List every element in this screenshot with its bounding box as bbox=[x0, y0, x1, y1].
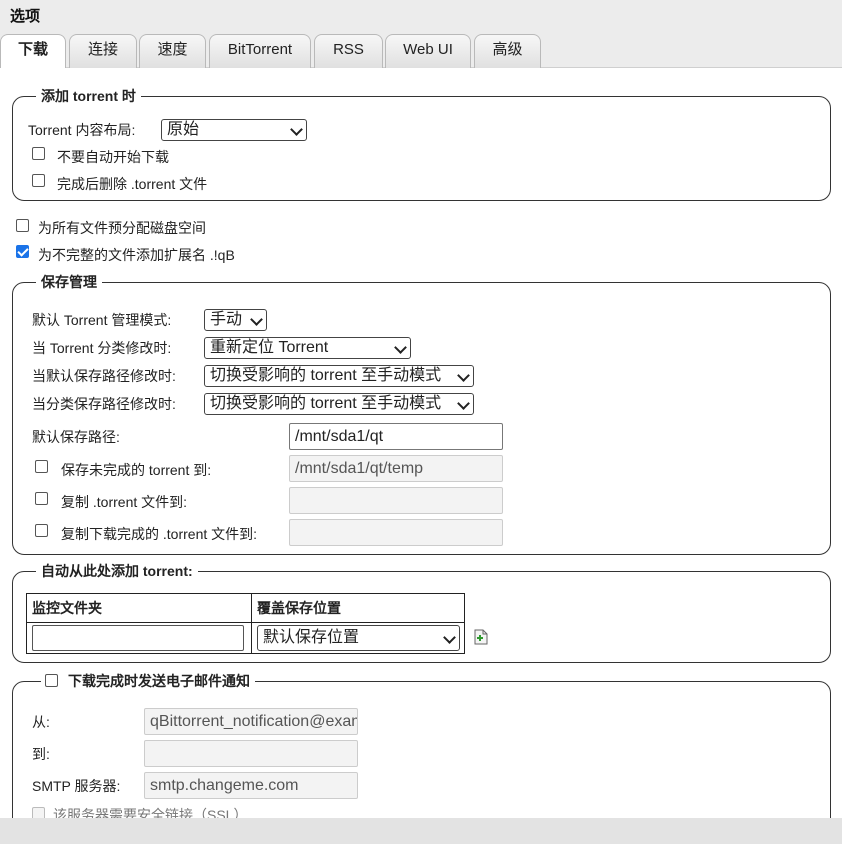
default-path-label: 默认保存路径: bbox=[32, 429, 120, 445]
copy-torrent-input[interactable] bbox=[289, 487, 503, 514]
chevron-down-icon bbox=[394, 341, 407, 354]
incomplete-path-checkbox[interactable] bbox=[35, 460, 48, 473]
tab-bittorrent[interactable]: BitTorrent bbox=[209, 34, 311, 68]
email-from-label: 从: bbox=[32, 714, 50, 730]
email-to-input[interactable] bbox=[144, 740, 358, 767]
watch-folder-fieldset: 自动从此处添加 torrent: 监控文件夹 覆盖保存位置 默认保存位置 bbox=[12, 562, 831, 663]
chevron-down-icon bbox=[457, 369, 470, 382]
default-path-changed-label: 当默认保存路径修改时: bbox=[32, 368, 176, 384]
tab-downloads[interactable]: 下载 bbox=[0, 34, 66, 69]
append-iqb-label: 为不完整的文件添加扩展名 .!qB bbox=[38, 247, 235, 263]
preallocate-checkbox[interactable] bbox=[16, 219, 29, 232]
preallocate-label: 为所有文件预分配磁盘空间 bbox=[38, 220, 206, 236]
dialog-title: 选项 bbox=[10, 8, 41, 25]
category-path-changed-label: 当分类保存路径修改时: bbox=[32, 396, 176, 412]
content-layout-value: 原始 bbox=[167, 121, 200, 138]
category-changed-label: 当 Torrent 分类修改时: bbox=[32, 340, 172, 356]
category-changed-select[interactable]: 重新定位 Torrent bbox=[204, 337, 411, 359]
copy-finished-input[interactable] bbox=[289, 519, 503, 546]
content-layout-label: Torrent 内容布局: bbox=[28, 122, 136, 138]
save-management-legend: 保存管理 bbox=[36, 273, 102, 291]
copy-torrent-checkbox[interactable] bbox=[35, 492, 48, 505]
override-location-cell: 默认保存位置 bbox=[251, 622, 465, 654]
override-location-select[interactable]: 默认保存位置 bbox=[257, 625, 460, 651]
email-notification-legend: 下载完成时发送电子邮件通知 bbox=[41, 672, 255, 690]
copy-finished-label: 复制下载完成的 .torrent 文件到: bbox=[61, 526, 258, 542]
tab-speed[interactable]: 速度 bbox=[139, 34, 206, 68]
email-notification-fieldset: 下载完成时发送电子邮件通知 从: qBittorrent_notificatio… bbox=[12, 672, 831, 818]
chevron-down-icon bbox=[290, 123, 303, 136]
delete-torrent-label: 完成后删除 .torrent 文件 bbox=[57, 176, 208, 192]
watch-folder-cell bbox=[26, 622, 252, 654]
torrent-mode-label: 默认 Torrent 管理模式: bbox=[32, 312, 172, 328]
torrent-mode-select[interactable]: 手动 bbox=[204, 309, 267, 331]
smtp-server-input[interactable]: smtp.changeme.com bbox=[144, 772, 358, 799]
dont-start-label: 不要自动开始下载 bbox=[57, 149, 169, 165]
category-path-changed-value: 切换受影响的 torrent 至手动模式 bbox=[210, 395, 442, 412]
email-from-input[interactable]: qBittorrent_notification@example.com bbox=[144, 708, 358, 735]
tab-bar: 下载 连接 速度 BitTorrent RSS Web UI 高级 bbox=[0, 30, 842, 69]
save-management-fieldset: 保存管理 默认 Torrent 管理模式: 手动 当 Torrent 分类修改时… bbox=[12, 273, 831, 555]
watch-folder-table: 监控文件夹 覆盖保存位置 默认保存位置 bbox=[26, 593, 465, 654]
default-path-input[interactable]: /mnt/sda1/qt bbox=[289, 423, 503, 450]
email-to-label: 到: bbox=[32, 746, 50, 762]
override-location-value: 默认保存位置 bbox=[263, 629, 360, 646]
ssl-label: 该服务器需要安全链接（SSL） bbox=[53, 807, 248, 818]
tab-webui[interactable]: Web UI bbox=[385, 34, 471, 68]
add-folder-icon[interactable] bbox=[474, 629, 488, 645]
watch-folder-legend: 自动从此处添加 torrent: bbox=[36, 562, 198, 580]
copy-torrent-label: 复制 .torrent 文件到: bbox=[61, 494, 188, 510]
chevron-down-icon bbox=[457, 397, 470, 410]
incomplete-path-label: 保存未完成的 torrent 到: bbox=[61, 462, 212, 478]
torrent-mode-value: 手动 bbox=[210, 311, 243, 328]
delete-torrent-checkbox[interactable] bbox=[32, 174, 45, 187]
smtp-server-label: SMTP 服务器: bbox=[32, 778, 121, 794]
override-location-header: 覆盖保存位置 bbox=[251, 593, 465, 623]
chevron-down-icon bbox=[250, 313, 263, 326]
options-content[interactable]: 添加 torrent 时 Torrent 内容布局: 原始 不要自动开始下载 完… bbox=[0, 68, 842, 818]
tab-connection[interactable]: 连接 bbox=[69, 34, 137, 68]
watch-folder-header: 监控文件夹 bbox=[26, 593, 252, 623]
dialog-footer bbox=[0, 818, 842, 844]
incomplete-path-input[interactable]: /mnt/sda1/qt/temp bbox=[289, 455, 503, 482]
tab-advanced[interactable]: 高级 bbox=[474, 34, 541, 68]
watch-folder-input[interactable] bbox=[32, 625, 244, 651]
add-torrent-fieldset: 添加 torrent 时 Torrent 内容布局: 原始 不要自动开始下载 完… bbox=[12, 87, 831, 201]
category-changed-value: 重新定位 Torrent bbox=[210, 339, 329, 356]
chevron-down-icon bbox=[443, 631, 456, 644]
dont-start-checkbox[interactable] bbox=[32, 147, 45, 160]
category-path-changed-select[interactable]: 切换受影响的 torrent 至手动模式 bbox=[204, 393, 474, 415]
default-path-changed-select[interactable]: 切换受影响的 torrent 至手动模式 bbox=[204, 365, 474, 387]
append-iqb-checkbox[interactable] bbox=[16, 245, 29, 258]
default-path-changed-value: 切换受影响的 torrent 至手动模式 bbox=[210, 367, 442, 384]
email-notification-label: 下载完成时发送电子邮件通知 bbox=[68, 673, 250, 689]
ssl-checkbox[interactable] bbox=[32, 807, 45, 818]
copy-finished-checkbox[interactable] bbox=[35, 524, 48, 537]
add-torrent-legend: 添加 torrent 时 bbox=[36, 87, 141, 105]
email-notification-checkbox[interactable] bbox=[45, 674, 58, 687]
content-layout-select[interactable]: 原始 bbox=[161, 119, 307, 141]
tab-rss[interactable]: RSS bbox=[314, 34, 383, 68]
dialog-titlebar: 选项 bbox=[0, 0, 842, 30]
